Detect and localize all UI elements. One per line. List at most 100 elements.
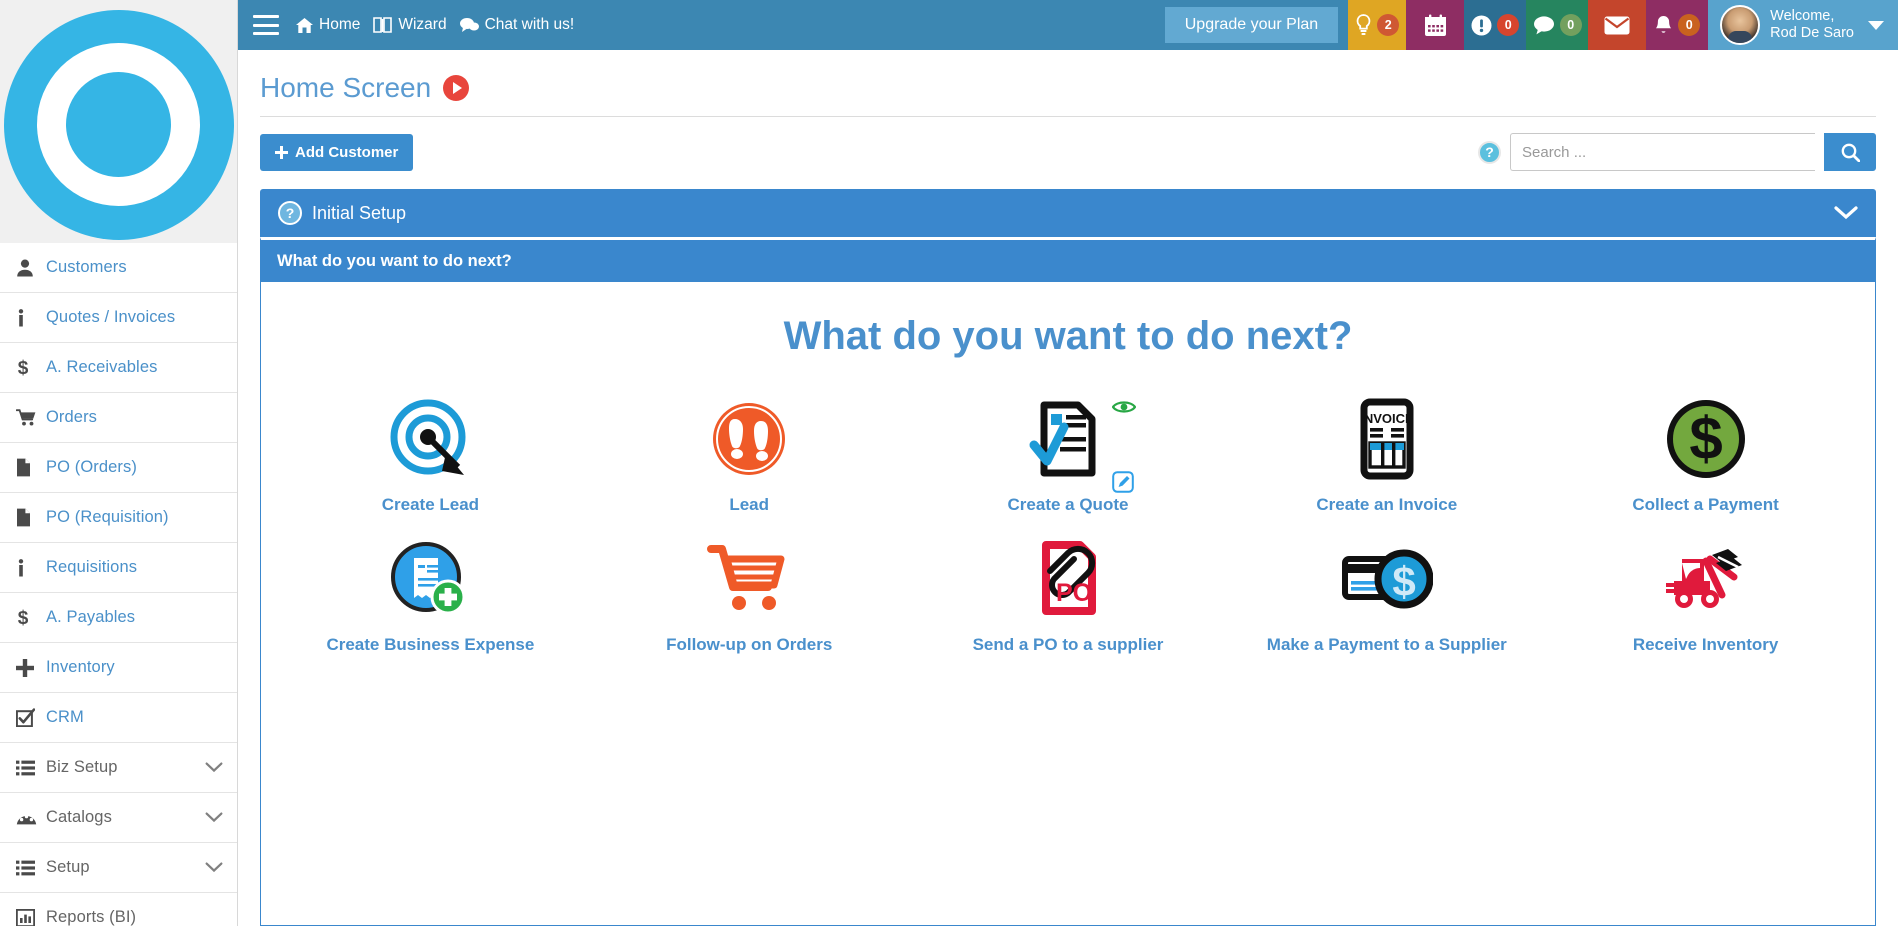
page-title: Home Screen: [260, 72, 431, 104]
messages-button[interactable]: 0: [1526, 0, 1588, 50]
sidebar-item-biz-setup[interactable]: Biz Setup: [0, 743, 237, 793]
sidebar-item-label: Requisitions: [46, 558, 137, 577]
search-input[interactable]: [1510, 133, 1815, 171]
file-icon: [16, 508, 46, 527]
logo[interactable]: [0, 0, 237, 243]
comment-icon: [1533, 15, 1555, 35]
lightbulb-icon: [1355, 14, 1372, 36]
help-icon[interactable]: ?: [278, 201, 302, 225]
action-tiles-row-1: Create Lead: [271, 393, 1865, 515]
tile-make-payment-supplier[interactable]: $ Make a Payment to a Supplier: [1227, 533, 1546, 655]
nav-home[interactable]: Home: [296, 16, 360, 34]
tips-button[interactable]: 2: [1348, 0, 1406, 50]
chevron-down-icon[interactable]: [205, 812, 223, 823]
bell-icon: [1654, 15, 1673, 36]
topbar-left-links: Home Wizard Chat with us!: [238, 0, 574, 50]
tile-create-invoice[interactable]: INVOICE Create an Invoic: [1227, 393, 1546, 515]
next-action-panel: What do you want to do next? What do you…: [260, 237, 1876, 926]
receipt-plus-icon: [271, 533, 590, 625]
bar-chart-icon: [16, 909, 46, 926]
sidebar-item-a-receivables[interactable]: $ A. Receivables: [0, 343, 237, 393]
sidebar-item-crm[interactable]: CRM: [0, 693, 237, 743]
circle-logo-icon: [4, 10, 234, 240]
alerts-badge: 0: [1497, 14, 1519, 36]
tile-send-po[interactable]: PO Send a PO to a supplier: [909, 533, 1228, 655]
sidebar-item-po-orders[interactable]: PO (Orders): [0, 443, 237, 493]
mail-button[interactable]: [1588, 0, 1646, 50]
check-box-icon: [16, 708, 46, 727]
sidebar-item-label: Customers: [46, 258, 127, 277]
comments-icon: [460, 17, 479, 33]
po-clip-icon: PO: [909, 533, 1228, 625]
sidebar-item-quotes-invoices[interactable]: Quotes / Invoices: [0, 293, 237, 343]
caret-down-icon[interactable]: [1868, 21, 1884, 30]
eye-icon[interactable]: [1112, 399, 1136, 415]
search-button[interactable]: [1824, 133, 1876, 171]
action-tiles-row-2: Create Business Expense: [271, 533, 1865, 655]
alerts-button[interactable]: 0: [1464, 0, 1526, 50]
sidebar-item-po-requisition[interactable]: PO (Requisition): [0, 493, 237, 543]
sidebar-item-setup[interactable]: Setup: [0, 843, 237, 893]
cart-icon: [16, 409, 46, 426]
tile-receive-inventory[interactable]: Receive Inventory: [1546, 533, 1865, 655]
tile-followup-orders[interactable]: Follow-up on Orders: [590, 533, 909, 655]
sidebar-item-label: PO (Orders): [46, 458, 137, 477]
nav-wizard[interactable]: Wizard: [373, 16, 446, 34]
chevron-down-icon[interactable]: [205, 762, 223, 773]
tile-label: Create Business Expense: [326, 635, 534, 655]
list-icon: [16, 860, 46, 876]
svg-text:$: $: [1689, 405, 1722, 472]
sidebar-item-reports-bi[interactable]: Reports (BI): [0, 893, 237, 926]
exclamation-icon: [1471, 15, 1492, 36]
sidebar: Customers Quotes / Invoices $ A. Receivable…: [0, 0, 238, 926]
add-customer-button[interactable]: Add Customer: [260, 134, 413, 171]
tile-label: Create Lead: [382, 495, 479, 515]
tile-create-quote[interactable]: Create a Quote: [909, 393, 1228, 515]
nav-chat[interactable]: Chat with us!: [460, 16, 575, 34]
chevron-down-icon[interactable]: [1834, 206, 1858, 220]
sidebar-item-label: CRM: [46, 708, 84, 727]
notifications-badge: 0: [1678, 14, 1700, 36]
chevron-down-icon[interactable]: [205, 862, 223, 873]
panel-header: What do you want to do next?: [261, 240, 1875, 282]
hamburger-icon[interactable]: [253, 15, 279, 35]
calendar-button[interactable]: [1406, 0, 1464, 50]
sidebar-nav: Customers Quotes / Invoices $ A. Receivable…: [0, 243, 237, 926]
initial-setup-header[interactable]: ? Initial Setup: [260, 189, 1876, 237]
sidebar-item-orders[interactable]: Orders: [0, 393, 237, 443]
edit-icon[interactable]: [1112, 471, 1134, 493]
upgrade-plan-button[interactable]: Upgrade your Plan: [1165, 7, 1338, 43]
notifications-button[interactable]: 0: [1646, 0, 1708, 50]
user-menu[interactable]: Welcome, Rod De Saro: [1708, 0, 1898, 50]
list-icon: [16, 760, 46, 776]
sidebar-item-catalogs[interactable]: Catalogs: [0, 793, 237, 843]
tile-collect-payment[interactable]: $ Collect a Payment: [1546, 393, 1865, 515]
tile-label: Create a Quote: [1008, 495, 1129, 515]
tile-create-business-expense[interactable]: Create Business Expense: [271, 533, 590, 655]
content-area: ? Initial Setup What do you want to do n…: [238, 171, 1898, 926]
svg-text:INVOICE: INVOICE: [1360, 411, 1414, 426]
dollar-icon: $: [16, 358, 46, 377]
tips-badge: 2: [1377, 14, 1399, 36]
sidebar-item-customers[interactable]: Customers: [0, 243, 237, 293]
sidebar-item-requisitions[interactable]: Requisitions: [0, 543, 237, 593]
sidebar-item-label: Quotes / Invoices: [46, 308, 175, 327]
tile-lead[interactable]: Lead: [590, 393, 909, 515]
shopping-cart-icon: [590, 533, 909, 625]
help-icon[interactable]: ?: [1478, 141, 1501, 164]
sidebar-item-a-payables[interactable]: $A. Payables: [0, 593, 237, 643]
tile-create-lead[interactable]: Create Lead: [271, 393, 590, 515]
tile-label: Collect a Payment: [1632, 495, 1778, 515]
svg-text:$: $: [18, 358, 29, 377]
invoice-icon: INVOICE: [1227, 393, 1546, 485]
play-video-icon[interactable]: [443, 75, 469, 101]
footsteps-icon: [590, 393, 909, 485]
sidebar-item-inventory[interactable]: Inventory: [0, 643, 237, 693]
sidebar-item-label: A. Receivables: [46, 358, 157, 377]
info-icon: [16, 559, 46, 577]
add-customer-label: Add Customer: [295, 144, 398, 161]
dollar-icon: $: [16, 608, 46, 627]
quote-document-icon: [909, 393, 1228, 485]
sidebar-item-label: Catalogs: [46, 808, 112, 827]
toolbar: Add Customer ?: [238, 117, 1898, 171]
